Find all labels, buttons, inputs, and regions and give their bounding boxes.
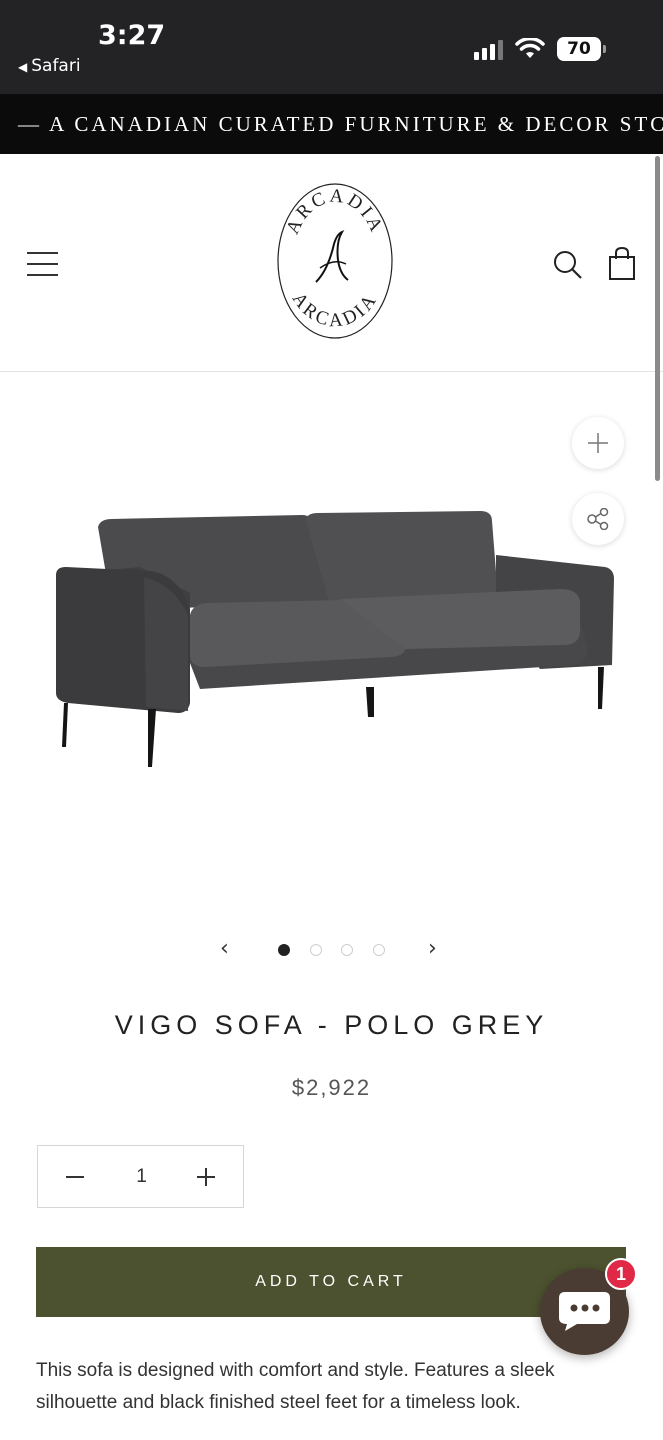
chat-bubble-icon bbox=[559, 1292, 610, 1331]
battery-icon: 70 bbox=[557, 37, 606, 61]
quantity-stepper: 1 bbox=[37, 1145, 244, 1208]
product-price: $2,922 bbox=[291, 1075, 372, 1100]
slide-dot-2[interactable] bbox=[310, 944, 322, 956]
prev-slide-button[interactable]: ‹ bbox=[220, 936, 229, 961]
status-icons: 70 bbox=[474, 37, 606, 61]
back-arrow-icon: ◀ bbox=[18, 60, 28, 74]
hamburger-menu-icon[interactable] bbox=[27, 252, 58, 276]
next-slide-button[interactable]: › bbox=[428, 936, 437, 961]
slide-dot-3[interactable] bbox=[341, 944, 353, 956]
chat-notification-badge: 1 bbox=[605, 1258, 637, 1290]
add-to-cart-button[interactable]: ADD TO CART bbox=[36, 1247, 626, 1317]
arcadia-logo[interactable]: ARCADIA ARCADIA bbox=[276, 182, 394, 345]
slide-dot-4[interactable] bbox=[373, 944, 385, 956]
product-gallery[interactable] bbox=[0, 372, 663, 932]
slide-dot-1[interactable] bbox=[278, 944, 290, 956]
announcement-text: — A CANADIAN CURATED FURNITURE & DECOR S… bbox=[18, 112, 663, 136]
plus-icon bbox=[588, 433, 608, 453]
announcement-bar: — A CANADIAN CURATED FURNITURE & DECOR S… bbox=[0, 94, 663, 154]
product-image-sofa[interactable] bbox=[40, 497, 630, 777]
logo-arc-top: ARCADIA bbox=[282, 185, 384, 237]
cellular-signal-icon bbox=[474, 38, 503, 60]
site-header: ARCADIA ARCADIA bbox=[0, 154, 663, 372]
battery-level: 70 bbox=[567, 39, 591, 59]
svg-text:ARCADIA: ARCADIA bbox=[288, 289, 382, 332]
search-icon[interactable] bbox=[553, 250, 583, 280]
product-title: VIGO SOFA - POLO GREY bbox=[114, 1010, 549, 1040]
status-bar: 3:27 ◀ Safari 70 bbox=[0, 0, 663, 94]
status-time: 3:27 bbox=[98, 20, 166, 51]
zoom-button[interactable] bbox=[572, 417, 624, 469]
back-app-label: Safari bbox=[31, 56, 81, 76]
gallery-pagination: ‹ › bbox=[0, 932, 663, 968]
quantity-increase-button[interactable] bbox=[197, 1168, 215, 1186]
logo-arc-bottom: ARCADIA bbox=[288, 289, 379, 332]
wifi-icon bbox=[515, 38, 545, 58]
back-to-safari[interactable]: ◀ Safari bbox=[18, 56, 81, 76]
product-description: This sofa is designed with comfort and s… bbox=[36, 1360, 555, 1413]
shopping-bag-icon[interactable] bbox=[608, 247, 636, 281]
svg-text:ARCADIA: ARCADIA bbox=[282, 185, 387, 237]
add-to-cart-label: ADD TO CART bbox=[255, 1273, 407, 1290]
